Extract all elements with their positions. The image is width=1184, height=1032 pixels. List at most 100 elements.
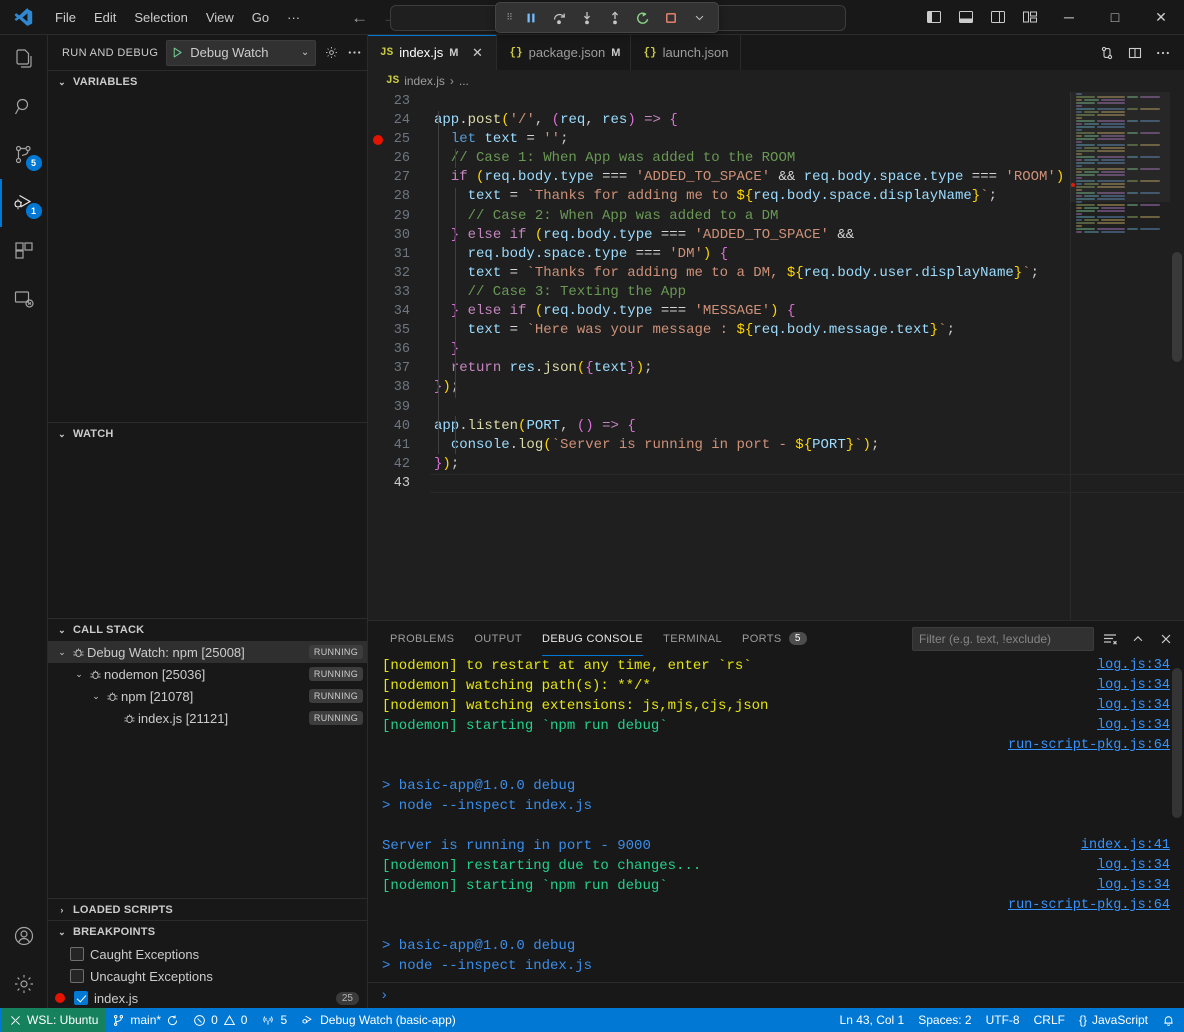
debug-console-input[interactable]: › [368,982,1184,1008]
status-eol[interactable]: CRLF [1027,1008,1072,1032]
customize-layout-icon[interactable] [1016,4,1044,30]
status-debug-session[interactable]: Debug Watch (basic-app) [294,1008,463,1032]
console-source-link[interactable]: log.js:34 [1097,876,1184,896]
toggle-secondary-sidebar-icon[interactable] [984,4,1012,30]
minimap-slider[interactable] [1070,92,1170,202]
line-number[interactable]: 27 [368,168,430,187]
console-source-link[interactable]: log.js:34 [1097,696,1184,716]
line-number[interactable]: 29 [368,207,430,226]
menu-edit[interactable]: Edit [85,7,125,28]
panel-tab-debug-console[interactable]: DEBUG CONSOLE [532,621,653,656]
line-number[interactable]: 36 [368,340,430,359]
panel-tab-problems[interactable]: PROBLEMS [380,621,464,656]
line-number[interactable]: 25 [368,130,430,149]
console-source-link[interactable] [1170,816,1184,836]
line-number[interactable]: 34 [368,302,430,321]
activity-search-icon[interactable] [0,83,48,131]
editor-more-actions-icon[interactable] [1150,40,1176,66]
console-scrollbar[interactable] [1172,668,1182,818]
activity-run-and-debug-icon[interactable]: 1 [0,179,48,227]
code-editor[interactable]: 2324252627282930313233343536373839404142… [368,92,1184,620]
minimap[interactable] [1070,92,1170,620]
line-number[interactable]: 37 [368,359,430,378]
status-indentation[interactable]: Spaces: 2 [911,1008,978,1032]
close-button[interactable]: ✕ [1138,0,1184,35]
breakpoint-checkbox[interactable] [70,969,84,983]
status-encoding[interactable]: UTF-8 [979,1008,1027,1032]
line-number[interactable]: 30 [368,226,430,245]
breakpoint-row[interactable]: Caught Exceptions [48,943,367,965]
activity-source-control-icon[interactable]: 5 [0,131,48,179]
activity-explorer-icon[interactable] [0,35,48,83]
editor-scrollbar[interactable] [1172,252,1182,362]
console-source-link[interactable]: log.js:34 [1097,656,1184,676]
activity-manage-settings-icon[interactable] [0,960,48,1008]
line-number[interactable]: 38 [368,378,430,397]
editor-tab-launch-json[interactable]: {}launch.json [631,35,741,70]
status-remote-indicator[interactable]: WSL: Ubuntu [2,1008,105,1032]
callstack-row[interactable]: ⌄npm [21078]RUNNING [48,685,367,707]
menu-file[interactable]: File [46,7,85,28]
menu-view[interactable]: View [197,7,243,28]
line-number[interactable]: 33 [368,283,430,302]
activity-accounts-icon[interactable] [0,912,48,960]
chevron-down-icon[interactable]: ⌄ [54,647,70,658]
activity-extensions-icon[interactable] [0,227,48,275]
console-source-link[interactable]: index.js:41 [1081,836,1184,856]
maximize-button[interactable]: □ [1092,0,1138,35]
go-back-icon[interactable]: ← [351,9,368,26]
stop-button[interactable] [658,6,684,30]
callstack-row[interactable]: index.js [21121]RUNNING [48,707,367,729]
breakpoints-section-header[interactable]: ⌄ BREAKPOINTS [48,921,367,943]
console-source-link[interactable]: run-script-pkg.js:64 [1008,736,1184,756]
watch-section-header[interactable]: ⌄ WATCH [48,423,367,445]
debug-console-output[interactable]: [nodemon] to restart at any time, enter … [368,656,1184,982]
restart-button[interactable] [630,6,656,30]
loaded-scripts-section-header[interactable]: › LOADED SCRIPTS [48,899,367,921]
editor-tab-package-json[interactable]: {}package.jsonM [497,35,631,70]
menu-more[interactable]: ··· [278,7,309,28]
activity-remote-explorer-icon[interactable] [0,275,48,323]
toggle-primary-sidebar-icon[interactable] [920,4,948,30]
panel-tab-output[interactable]: OUTPUT [464,621,532,656]
step-over-button[interactable] [546,6,572,30]
breakpoint-row[interactable]: Uncaught Exceptions [48,965,367,987]
console-source-link[interactable] [1170,936,1184,956]
console-source-link[interactable]: log.js:34 [1097,856,1184,876]
line-number[interactable]: 41 [368,436,430,455]
chevron-down-icon[interactable]: ⌄ [301,47,313,58]
more-debug-actions-button[interactable] [686,6,712,30]
console-source-link[interactable]: log.js:34 [1097,676,1184,696]
status-editor-position[interactable]: Ln 43, Col 1 [833,1008,912,1032]
collapse-panel-icon[interactable] [1126,627,1150,651]
minimize-button[interactable]: ─ [1046,0,1092,35]
pause-button[interactable] [518,6,544,30]
breakpoint-marker-icon[interactable] [373,135,383,145]
console-filter-input[interactable]: Filter (e.g. text, !exclude) [912,627,1094,651]
debug-configuration-select[interactable]: Debug Watch ⌄ [166,40,316,66]
menu-selection[interactable]: Selection [125,7,196,28]
callstack-row[interactable]: ⌄Debug Watch: npm [25008]RUNNING [48,641,367,663]
status-ports[interactable]: 5 [254,1008,294,1032]
split-editor-icon[interactable] [1122,40,1148,66]
line-number[interactable]: 31 [368,245,430,264]
breakpoint-checkbox[interactable] [70,947,84,961]
console-source-link[interactable]: log.js:34 [1097,716,1184,736]
status-problems[interactable]: 0 0 [186,1008,254,1032]
line-number[interactable]: 28 [368,187,430,206]
start-debugging-icon[interactable] [171,46,184,59]
line-number[interactable]: 35 [368,321,430,340]
status-git-branch[interactable]: main* [105,1008,186,1032]
sidebar-more-actions-icon[interactable] [347,42,362,64]
line-number[interactable]: 40 [368,417,430,436]
console-source-link[interactable] [1170,976,1184,982]
callstack-section-header[interactable]: ⌄ CALL STACK [48,619,367,641]
console-source-link[interactable]: run-script-pkg.js:64 [1008,896,1184,916]
panel-tab-terminal[interactable]: TERMINAL [653,621,732,656]
status-notifications[interactable] [1155,1008,1182,1032]
toggle-panel-icon[interactable] [952,4,980,30]
line-number[interactable]: 39 [368,398,430,417]
line-number[interactable]: 42 [368,455,430,474]
drag-handle-icon[interactable]: ⠿ [502,12,516,23]
chevron-down-icon[interactable]: ⌄ [71,669,87,680]
